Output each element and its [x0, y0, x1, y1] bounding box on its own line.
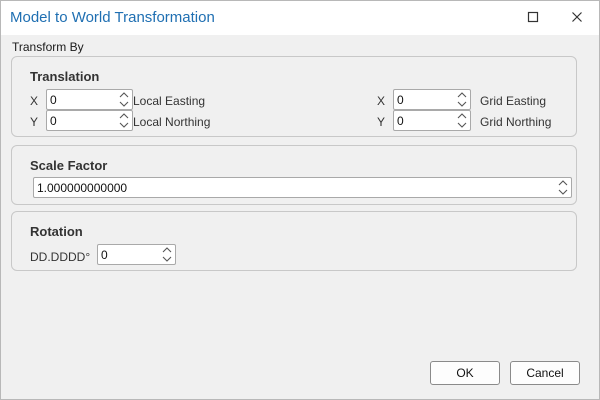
translation-group: Translation X 0 Local Easting Y 0 Local …: [11, 56, 577, 137]
transform-by-label: Transform By: [12, 40, 84, 54]
local-easting-value: 0: [50, 93, 57, 107]
scale-factor-group: Scale Factor 1.000000000000: [11, 145, 577, 205]
close-icon: [571, 11, 583, 23]
grid-easting-value: 0: [397, 93, 404, 107]
cancel-button[interactable]: Cancel: [510, 361, 580, 385]
spinner-arrows-icon[interactable]: [456, 112, 468, 129]
title-bar: Model to World Transformation: [1, 1, 599, 35]
grid-easting-spinner[interactable]: 0: [393, 89, 471, 110]
rotation-unit-label: DD.DDDD°: [30, 250, 91, 264]
scale-factor-value: 1.000000000000: [37, 181, 128, 195]
local-northing-value: 0: [50, 114, 57, 128]
local-x-axis-label: X: [30, 94, 39, 108]
model-to-world-dialog: Model to World Transformation Transform …: [0, 0, 600, 400]
rotation-group: Rotation DD.DDDD° 0: [11, 211, 577, 271]
grid-northing-value: 0: [397, 114, 404, 128]
rotation-spinner[interactable]: 0: [97, 244, 176, 265]
spinner-arrows-icon[interactable]: [118, 112, 130, 129]
grid-northing-spinner[interactable]: 0: [393, 110, 471, 131]
maximize-button[interactable]: [511, 1, 555, 33]
grid-y-axis-label: Y: [377, 115, 386, 129]
local-northing-label: Local Northing: [133, 115, 211, 129]
maximize-icon: [527, 11, 539, 23]
rotation-value: 0: [101, 248, 108, 262]
grid-northing-label: Grid Northing: [480, 115, 552, 129]
window-title: Model to World Transformation: [10, 9, 215, 26]
spinner-arrows-icon[interactable]: [118, 91, 130, 108]
local-y-axis-label: Y: [30, 115, 39, 129]
rotation-title: Rotation: [30, 224, 83, 239]
grid-x-axis-label: X: [377, 94, 386, 108]
spinner-arrows-icon[interactable]: [161, 246, 173, 263]
scale-factor-title: Scale Factor: [30, 158, 108, 173]
local-easting-spinner[interactable]: 0: [46, 89, 133, 110]
close-button[interactable]: [555, 1, 599, 33]
local-northing-spinner[interactable]: 0: [46, 110, 133, 131]
spinner-arrows-icon[interactable]: [456, 91, 468, 108]
translation-title: Translation: [30, 69, 100, 84]
local-easting-label: Local Easting: [133, 94, 206, 108]
grid-easting-label: Grid Easting: [480, 94, 547, 108]
spinner-arrows-icon[interactable]: [557, 179, 569, 196]
ok-button[interactable]: OK: [430, 361, 500, 385]
scale-factor-spinner[interactable]: 1.000000000000: [33, 177, 572, 198]
